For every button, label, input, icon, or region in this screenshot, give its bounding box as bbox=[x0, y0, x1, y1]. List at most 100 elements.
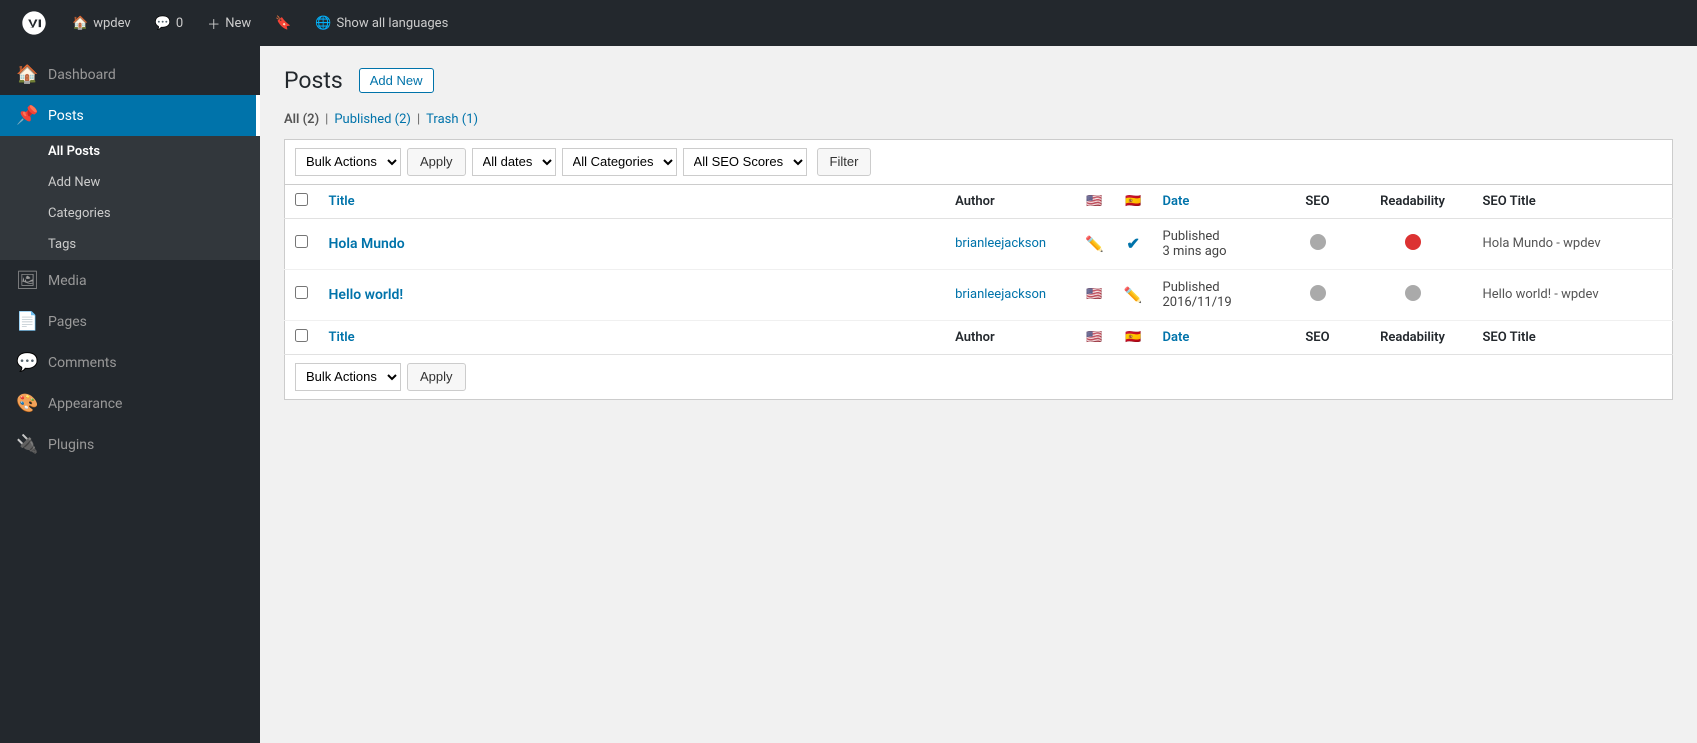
top-filter-bar: Bulk Actions Apply All dates All Categor… bbox=[284, 139, 1673, 184]
table-header-row: Title Author 🇺🇸 🇪🇸 Date SEO Readability … bbox=[285, 184, 1673, 218]
adminbar-yoast[interactable]: 🔖 bbox=[265, 0, 301, 46]
seo-score-dot bbox=[1310, 234, 1326, 250]
row-checkbox[interactable] bbox=[295, 286, 308, 299]
table-row: Hola Mundo brianleejackson ✏️ ✔ Publishe… bbox=[285, 218, 1673, 269]
table-row: Hello world! brianleejackson 🇺🇸 ✏️ Publi… bbox=[285, 269, 1673, 320]
col-header-title[interactable]: Title bbox=[319, 184, 946, 218]
comments-icon: 💬 bbox=[16, 352, 38, 373]
sidebar: 🏠 Dashboard 📌 Posts All Posts Add New Ca… bbox=[0, 46, 260, 743]
date-status: Published bbox=[1163, 229, 1220, 244]
row-seotitle-cell: Hello world! - wpdev bbox=[1473, 269, 1673, 320]
date-sort-link-footer[interactable]: Date bbox=[1163, 330, 1190, 345]
filter-trash: Trash (1) bbox=[426, 112, 478, 127]
adminbar-languages[interactable]: 🌐 Show all languages bbox=[305, 0, 458, 46]
submenu-tags-label: Tags bbox=[48, 237, 76, 252]
pencil-icon[interactable]: ✏️ bbox=[1085, 235, 1104, 253]
adminbar-wp-logo[interactable] bbox=[10, 0, 58, 46]
all-seo-scores-select[interactable]: All SEO Scores bbox=[683, 148, 807, 176]
submenu-categories[interactable]: Categories bbox=[0, 198, 260, 229]
row-readability-cell bbox=[1353, 269, 1473, 320]
row-seo-cell bbox=[1283, 218, 1353, 269]
adminbar-site[interactable]: 🏠 wpdev bbox=[62, 0, 141, 46]
row-date-cell: Published 3 mins ago bbox=[1153, 218, 1283, 269]
apply-button-top[interactable]: Apply bbox=[407, 148, 466, 176]
row-readability-cell bbox=[1353, 218, 1473, 269]
adminbar-site-name: wpdev bbox=[93, 16, 131, 31]
filter-button[interactable]: Filter bbox=[817, 148, 872, 176]
select-all-checkbox[interactable] bbox=[295, 193, 308, 206]
col-header-date[interactable]: Date bbox=[1153, 184, 1283, 218]
author-link[interactable]: brianleejackson bbox=[955, 287, 1046, 302]
title-sort-link[interactable]: Title bbox=[329, 194, 355, 209]
submenu-all-posts[interactable]: All Posts bbox=[0, 136, 260, 167]
col-footer-title[interactable]: Title bbox=[319, 320, 946, 354]
sidebar-item-dashboard[interactable]: 🏠 Dashboard bbox=[0, 54, 260, 95]
col-footer-seo: SEO bbox=[1283, 320, 1353, 354]
sidebar-item-posts-label: Posts bbox=[48, 108, 84, 124]
date-sort-link[interactable]: Date bbox=[1163, 194, 1190, 209]
bulk-actions-select[interactable]: Bulk Actions bbox=[295, 148, 401, 176]
col-footer-date[interactable]: Date bbox=[1153, 320, 1283, 354]
row-author-cell: brianleejackson bbox=[945, 269, 1075, 320]
sidebar-item-posts[interactable]: 📌 Posts bbox=[0, 95, 260, 136]
filter-trash-link[interactable]: Trash (1) bbox=[426, 112, 478, 127]
filter-all: All (2) | bbox=[284, 112, 334, 127]
apply-button-bottom[interactable]: Apply bbox=[407, 363, 466, 391]
col-header-seo-title: SEO Title bbox=[1473, 184, 1673, 218]
sidebar-item-comments[interactable]: 💬 Comments bbox=[0, 342, 260, 383]
adminbar-comments[interactable]: 💬 0 bbox=[145, 0, 194, 46]
sidebar-item-dashboard-label: Dashboard bbox=[48, 67, 116, 83]
col-header-seo: SEO bbox=[1283, 184, 1353, 218]
row-flag2-cell: ✏️ bbox=[1114, 269, 1153, 320]
col-header-readability: Readability bbox=[1353, 184, 1473, 218]
posts-table: Title Author 🇺🇸 🇪🇸 Date SEO Readability … bbox=[284, 184, 1673, 355]
pencil-icon[interactable]: ✏️ bbox=[1124, 286, 1143, 304]
check-icon: ✔ bbox=[1126, 234, 1139, 253]
col-footer-seo-title: SEO Title bbox=[1473, 320, 1673, 354]
author-link[interactable]: brianleejackson bbox=[955, 236, 1046, 251]
flag-en: 🇺🇸 bbox=[1086, 287, 1102, 302]
row-flag1-cell: ✏️ bbox=[1075, 218, 1114, 269]
row-checkbox-cell bbox=[285, 269, 319, 320]
admin-bar: 🏠 wpdev 💬 0 ＋ New 🔖 🌐 Show all languages bbox=[0, 0, 1697, 46]
sidebar-item-pages[interactable]: 📄 Pages bbox=[0, 301, 260, 342]
filter-published-link[interactable]: Published (2) bbox=[334, 112, 411, 127]
row-title-cell: Hola Mundo bbox=[319, 218, 946, 269]
submenu-add-new[interactable]: Add New bbox=[0, 167, 260, 198]
sidebar-item-appearance[interactable]: 🎨 Appearance bbox=[0, 383, 260, 424]
bottom-filter-bar: Bulk Actions Apply bbox=[284, 355, 1673, 400]
adminbar-new[interactable]: ＋ New bbox=[197, 0, 261, 46]
all-categories-select[interactable]: All Categories bbox=[562, 148, 677, 176]
sidebar-item-appearance-label: Appearance bbox=[48, 396, 122, 412]
date-value: 3 mins ago bbox=[1163, 244, 1227, 259]
date-value: 2016/11/19 bbox=[1163, 295, 1232, 310]
submenu-all-posts-label: All Posts bbox=[48, 144, 100, 159]
col-header-author: Author bbox=[945, 184, 1075, 218]
add-new-button[interactable]: Add New bbox=[359, 68, 434, 93]
sidebar-item-pages-label: Pages bbox=[48, 314, 87, 330]
submenu-tags[interactable]: Tags bbox=[0, 229, 260, 260]
submenu-categories-label: Categories bbox=[48, 206, 111, 221]
col-footer-readability: Readability bbox=[1353, 320, 1473, 354]
col-header-flag-es: 🇪🇸 bbox=[1114, 184, 1153, 218]
all-dates-select[interactable]: All dates bbox=[472, 148, 556, 176]
row-checkbox[interactable] bbox=[295, 235, 308, 248]
filter-all-label: All (2) bbox=[284, 112, 319, 127]
submenu-add-new-label: Add New bbox=[48, 175, 100, 190]
col-header-check bbox=[285, 184, 319, 218]
page-header: Posts Add New bbox=[284, 66, 1673, 96]
pages-icon: 📄 bbox=[16, 311, 38, 332]
title-sort-link-footer[interactable]: Title bbox=[329, 330, 355, 345]
post-title-link[interactable]: Hola Mundo bbox=[329, 236, 405, 252]
sidebar-item-media[interactable]: 🖼 Media bbox=[0, 260, 260, 301]
language-icon: 🌐 bbox=[315, 16, 331, 31]
post-title-link[interactable]: Hello world! bbox=[329, 287, 404, 303]
sep1: | bbox=[325, 112, 328, 127]
bulk-actions-select-bottom[interactable]: Bulk Actions bbox=[295, 363, 401, 391]
sidebar-item-plugins[interactable]: 🔌 Plugins bbox=[0, 424, 260, 465]
posts-icon: 📌 bbox=[16, 105, 38, 126]
col-footer-flag-es: 🇪🇸 bbox=[1114, 320, 1153, 354]
select-all-checkbox-bottom[interactable] bbox=[295, 329, 308, 342]
sidebar-item-media-label: Media bbox=[48, 273, 87, 289]
sep2: | bbox=[417, 112, 420, 127]
